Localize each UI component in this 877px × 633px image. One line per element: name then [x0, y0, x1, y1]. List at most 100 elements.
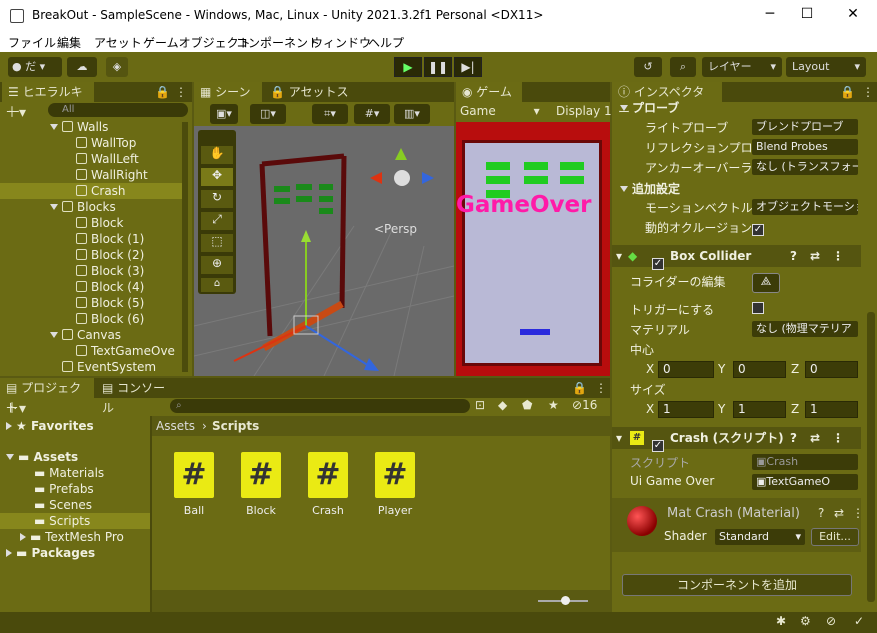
is-trigger-checkbox[interactable] — [752, 302, 764, 316]
hierarchy-item-walltop[interactable]: WallTop — [76, 135, 136, 151]
add-button[interactable]: ＋▾ — [5, 102, 26, 122]
step-button[interactable]: ▶| — [454, 57, 482, 77]
lock-icon[interactable]: 🔒 — [572, 381, 587, 395]
help-icon[interactable]: ? — [818, 506, 824, 520]
folder-scenes[interactable]: ▬ Scenes — [34, 497, 92, 513]
label-filter-icon[interactable]: ⬟ — [522, 398, 532, 412]
layers-dropdown[interactable]: レイヤー ▾ — [702, 57, 782, 77]
tab-game[interactable]: ◉ ゲーム — [456, 82, 522, 102]
preset-icon[interactable]: ⇄ — [810, 245, 820, 267]
size-y-input[interactable]: 1 — [733, 401, 786, 418]
crash-script-enabled-checkbox[interactable]: ✓ — [652, 432, 664, 454]
expand-arrow-icon[interactable] — [6, 422, 12, 430]
menu-kebab-icon[interactable]: ⋮ — [832, 427, 844, 449]
script-file-block-icon[interactable]: # — [241, 452, 281, 498]
menu-kebab-icon[interactable]: ⋮ — [852, 506, 864, 520]
play-button[interactable]: ▶ — [394, 57, 422, 77]
hierarchy-item-blocks[interactable]: Blocks — [50, 199, 116, 215]
crash-script-header[interactable]: ▾ # ✓ Crash (スクリプト) ? ⇄ ⋮ — [612, 427, 861, 452]
bug-icon[interactable]: ✱ — [776, 614, 786, 628]
filter-icon[interactable]: ◆ — [498, 398, 507, 412]
assets-folder[interactable]: ▬ Assets — [6, 449, 78, 465]
hierarchy-item-block-2[interactable]: Block (2) — [76, 247, 144, 263]
hierarchy-item-textgameover[interactable]: TextGameOve — [76, 343, 180, 359]
collapse-arrow-icon[interactable]: ▾ — [616, 427, 622, 449]
pause-button[interactable]: ❚❚ — [424, 57, 452, 77]
hierarchy-item-canvas[interactable]: Canvas — [50, 327, 121, 343]
expand-arrow-icon[interactable] — [50, 332, 58, 338]
add-component-button[interactable]: コンポーネントを追加 — [622, 574, 852, 596]
view-options-button[interactable]: ▥▾ — [394, 104, 430, 124]
tab-asset-store[interactable]: 🔒 アセットストア — [264, 82, 364, 119]
anchor-override-field[interactable]: なし (トランスフォー — [752, 159, 858, 175]
lock-icon[interactable]: 🔒 — [840, 85, 855, 99]
additional-settings-header[interactable]: 追加設定 — [620, 180, 680, 197]
box-collider-enabled-checkbox[interactable]: ✓ — [652, 250, 664, 272]
progress-icon[interactable]: ⚙ — [800, 614, 811, 628]
menu-kebab-icon[interactable]: ⋮ — [832, 245, 844, 267]
draw-mode-button[interactable]: ▣▾ — [210, 104, 238, 124]
menu-component[interactable]: コンポーネント — [236, 34, 320, 51]
lock-icon[interactable]: 🔒 — [155, 85, 170, 99]
hand-tool-icon[interactable]: ✋ — [201, 146, 233, 164]
display-select[interactable]: Display 1 — [556, 104, 612, 118]
game-view-select[interactable]: Game ▾ — [460, 104, 540, 118]
dynamic-occlusion-checkbox[interactable]: ✓ — [752, 220, 764, 236]
hierarchy-item-block-5[interactable]: Block (5) — [76, 295, 144, 311]
box-collider-header[interactable]: ▾ ◆ ✓ Box Collider ? ⇄ ⋮ — [612, 245, 861, 270]
close-icon[interactable]: ✕ — [843, 6, 863, 22]
folder-materials[interactable]: ▬ Materials — [34, 465, 104, 481]
probes-header[interactable]: プローブ — [620, 99, 679, 116]
layout-dropdown[interactable]: Layout ▾ — [786, 57, 866, 77]
hidden-packages-toggle[interactable]: ⊘16 — [572, 398, 597, 412]
status-ok-icon[interactable]: ✓ — [854, 614, 864, 628]
transform-tool-icon[interactable]: ⊕ — [201, 256, 233, 274]
motion-vector-dropdown[interactable]: オブジェクトモーショ — [752, 199, 858, 215]
hierarchy-search-input[interactable]: All — [48, 103, 188, 117]
menu-kebab-icon[interactable]: ⋮ — [862, 85, 874, 99]
tab-scene[interactable]: ▦ シーン — [194, 82, 262, 102]
game-viewport[interactable]: GameOver — [456, 122, 610, 376]
packages-folder[interactable]: ▬ Packages — [6, 545, 95, 561]
expand-arrow-icon[interactable] — [20, 533, 26, 541]
hierarchy-item-wallleft[interactable]: WallLeft — [76, 151, 139, 167]
size-x-input[interactable]: 1 — [658, 401, 714, 418]
account-button[interactable]: ● だ ▾ — [8, 57, 62, 77]
network-icon[interactable]: ⊘ — [826, 614, 836, 628]
expand-arrow-icon[interactable] — [6, 454, 14, 460]
edit-collider-button[interactable]: ⟁ — [752, 273, 780, 293]
menu-gameobject[interactable]: ゲームオブジェクト — [143, 34, 251, 51]
hierarchy-item-eventsystem[interactable]: EventSystem — [62, 359, 156, 375]
expand-arrow-icon[interactable] — [50, 204, 58, 210]
hierarchy-item-block-6[interactable]: Block (6) — [76, 311, 144, 327]
center-z-input[interactable]: 0 — [805, 361, 858, 378]
breadcrumb-assets[interactable]: Assets — [156, 419, 195, 433]
tab-console[interactable]: ▤ コンソール — [96, 378, 176, 415]
hierarchy-item-block-4[interactable]: Block (4) — [76, 279, 144, 295]
history-icon[interactable]: ↺ — [634, 57, 662, 77]
light-probe-dropdown[interactable]: ブレンドプローブ — [752, 119, 858, 135]
size-z-input[interactable]: 1 — [805, 401, 858, 418]
grid-snap-button[interactable]: #▾ — [354, 104, 390, 124]
project-search-input[interactable]: ⌕ — [170, 399, 470, 413]
menu-assets[interactable]: アセット — [94, 34, 142, 51]
menu-help[interactable]: ヘルプ — [368, 34, 404, 51]
hierarchy-item-walls[interactable]: Walls — [50, 119, 108, 135]
hierarchy-item-block-3[interactable]: Block (3) — [76, 263, 144, 279]
favorites-item[interactable]: ★ Favorites — [6, 418, 94, 434]
folder-textmesh-pro[interactable]: ▬ TextMesh Pro — [20, 529, 124, 545]
menu-window[interactable]: ウィンドウ — [311, 34, 371, 51]
script-file-ball-icon[interactable]: # — [174, 452, 214, 498]
ui-gameover-field[interactable]: ▣TextGameO — [752, 474, 858, 490]
shader-edit-button[interactable]: Edit... — [811, 528, 859, 546]
tab-hierarchy[interactable]: ☰ ヒエラルキー — [2, 82, 94, 119]
search-icon[interactable]: ⌕ — [670, 57, 696, 77]
collapse-arrow-icon[interactable]: ▾ — [616, 245, 622, 267]
create-button[interactable]: ＋▾ — [5, 398, 26, 418]
menu-kebab-icon[interactable]: ⋮ — [595, 381, 607, 395]
menu-file[interactable]: ファイル — [8, 34, 56, 51]
folder-scripts[interactable]: ▬ Scripts — [34, 513, 90, 529]
rotate-tool-icon[interactable]: ↻ — [201, 190, 233, 208]
hierarchy-item-wallright[interactable]: WallRight — [76, 167, 148, 183]
minimize-icon[interactable]: ─ — [760, 6, 780, 22]
